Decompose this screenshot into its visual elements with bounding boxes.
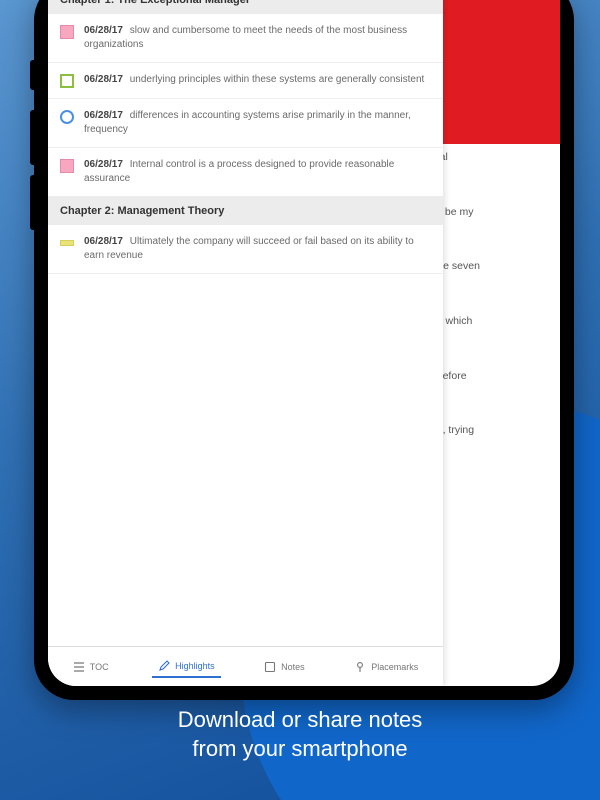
device-side-button (30, 60, 34, 90)
promo-stage: onal uld be my t are seven ge, which n b… (0, 0, 600, 800)
note-icon (264, 661, 276, 673)
device-frame: onal uld be my t are seven ge, which n b… (34, 0, 574, 700)
highlight-date: 06/28/17 (84, 236, 123, 247)
bg-text-fragment: uld be my (428, 205, 548, 220)
tab-placemarks[interactable]: Placemarks (348, 657, 424, 677)
highlight-date: 06/28/17 (84, 74, 123, 85)
highlight-row[interactable]: 06/28/17 slow and cumbersome to meet the… (48, 14, 443, 63)
highlight-date: 06/28/17 (84, 110, 123, 121)
device-screen: onal uld be my t are seven ge, which n b… (48, 0, 560, 686)
device-side-button (30, 110, 34, 165)
highlight-text: 06/28/17 Ultimately the company will suc… (84, 235, 431, 263)
highlight-marker-icon (60, 159, 74, 173)
highlight-excerpt: slow and cumbersome to meet the needs of… (84, 25, 407, 50)
caption-line: from your smartphone (0, 734, 600, 764)
bg-text-fragment: t are seven (428, 259, 548, 274)
tab-highlights[interactable]: Highlights (152, 656, 221, 678)
highlights-panel: Chapter 1: The Exceptional Manager 06/28… (48, 0, 443, 686)
highlight-date: 06/28/17 (84, 159, 123, 170)
promo-caption: Download or share notes from your smartp… (0, 705, 600, 764)
tab-label: TOC (90, 662, 109, 672)
highlight-marker-icon (60, 74, 74, 88)
highlight-row[interactable]: 06/28/17 Internal control is a process d… (48, 148, 443, 197)
device-side-button (30, 175, 34, 230)
tab-label: Placemarks (371, 662, 418, 672)
highlight-row[interactable]: 06/28/17 Ultimately the company will suc… (48, 225, 443, 274)
background-text-column: onal uld be my t are seven ge, which n b… (428, 150, 548, 478)
highlight-excerpt: Ultimately the company will succeed or f… (84, 236, 414, 261)
highlight-text: 06/28/17 differences in accounting syste… (84, 109, 431, 137)
chapter-header: Chapter 2: Management Theory (48, 197, 443, 225)
pin-icon (354, 661, 366, 673)
highlight-marker-icon (60, 240, 74, 246)
caption-line: Download or share notes (0, 705, 600, 735)
highlight-marker-icon (60, 25, 74, 39)
highlight-text: 06/28/17 underlying principles within th… (84, 73, 431, 87)
tab-label: Highlights (175, 661, 215, 671)
tab-label: Notes (281, 662, 305, 672)
pencil-icon (158, 660, 170, 672)
tab-toc[interactable]: TOC (67, 657, 115, 677)
bg-text-fragment: onal (428, 150, 548, 165)
list-icon (73, 661, 85, 673)
tab-notes[interactable]: Notes (258, 657, 311, 677)
chapter-header: Chapter 1: The Exceptional Manager (48, 0, 443, 14)
bg-text-fragment: ge, which (428, 314, 548, 329)
highlight-text: 06/28/17 slow and cumbersome to meet the… (84, 24, 431, 52)
highlights-list[interactable]: Chapter 1: The Exceptional Manager 06/28… (48, 0, 443, 646)
comment-marker-icon (60, 110, 74, 124)
bg-text-fragment: es), trying (428, 423, 548, 438)
highlight-row[interactable]: 06/28/17 underlying principles within th… (48, 63, 443, 99)
highlight-row[interactable]: 06/28/17 differences in accounting syste… (48, 99, 443, 148)
bg-text-fragment: n before (428, 369, 548, 384)
highlight-excerpt: underlying principles within these syste… (130, 74, 425, 85)
panel-tab-bar: TOC Highlights Notes (48, 646, 443, 686)
highlight-excerpt: Internal control is a process designed t… (84, 159, 394, 184)
highlight-date: 06/28/17 (84, 25, 123, 36)
highlight-excerpt: differences in accounting systems arise … (84, 110, 411, 135)
highlight-text: 06/28/17 Internal control is a process d… (84, 158, 431, 186)
